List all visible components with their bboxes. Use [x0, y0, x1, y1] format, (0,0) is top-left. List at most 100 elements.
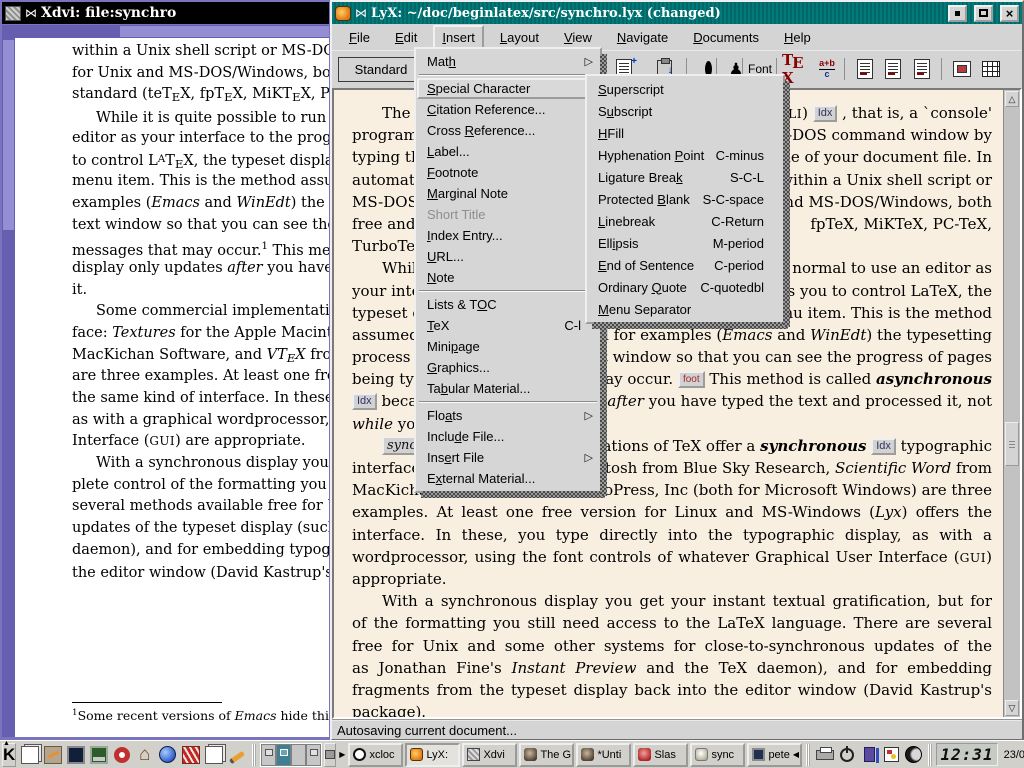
menu-item-url[interactable]: URL...	[417, 246, 599, 267]
menu-item-tabular-material[interactable]: Tabular Material...	[417, 378, 599, 399]
konqueror-launcher[interactable]	[156, 743, 179, 767]
tex-mode-button[interactable]: TEX	[782, 55, 810, 83]
menu-item-graphics[interactable]: Graphics...	[417, 357, 599, 378]
math-mode-icon[interactable]: a+bc	[813, 55, 841, 83]
help-launcher[interactable]	[110, 743, 133, 767]
close-button[interactable]: ×	[1000, 5, 1019, 22]
menu-item-footnote[interactable]: Footnote	[417, 162, 599, 183]
menu-insert[interactable]: Insert	[433, 25, 484, 50]
menu-item-short-title[interactable]: Short Title	[417, 204, 599, 225]
pager-desktop-1[interactable]	[261, 744, 276, 766]
menu-documents[interactable]: Documents	[684, 25, 768, 50]
xdvi-horizontal-scrollbar[interactable]	[2, 25, 329, 38]
menu-item-end-of-sentence[interactable]: End of SentenceC-period	[588, 254, 782, 276]
menu-item-include-file[interactable]: Include File...	[417, 426, 599, 447]
menu-item-math[interactable]: Math▷	[417, 51, 599, 72]
xdvi-vertical-scrollbar[interactable]	[2, 38, 15, 737]
moon-tray-icon[interactable]	[902, 743, 924, 767]
menu-item-cross-reference[interactable]: Cross Reference...	[417, 120, 599, 141]
menu-item-hyphenation-point[interactable]: Hyphenation PointC-minus	[588, 144, 782, 166]
pager-desktop-4[interactable]	[306, 744, 321, 766]
menu-item-ellipsis[interactable]: EllipsisM-period	[588, 232, 782, 254]
minimize-button[interactable]	[948, 5, 967, 22]
files-launcher[interactable]	[202, 743, 225, 767]
menu-item-protected-blank[interactable]: Protected BlankS-C-space	[588, 188, 782, 210]
margin-note-icon[interactable]	[879, 55, 907, 83]
organizer-tray-icon[interactable]	[880, 743, 902, 767]
klipper-tray-icon[interactable]	[858, 743, 880, 767]
desk-launcher[interactable]	[41, 743, 64, 767]
menu-item-special-character[interactable]: Special Character	[417, 78, 599, 99]
taskbar-clock[interactable]: 12:31	[936, 743, 997, 766]
menu-item-citation-reference[interactable]: Citation Reference...	[417, 99, 599, 120]
task-button-xcloc[interactable]: xcloc	[348, 743, 403, 767]
menu-item-insert-file[interactable]: Insert File▷	[417, 447, 599, 468]
document-scrollbar[interactable]: △ ▽	[1003, 90, 1020, 717]
task-button-xdvi[interactable]: Xdvi	[462, 743, 517, 767]
task-button-the-g[interactable]: The G	[519, 743, 574, 767]
home-launcher[interactable]: ⌂	[133, 743, 156, 767]
scroll-down-icon[interactable]: ▽	[1005, 700, 1019, 716]
tray-handle[interactable]	[806, 744, 810, 766]
power-tray-icon[interactable]	[836, 743, 858, 767]
menu-item-lists-toc[interactable]: Lists & TOC	[417, 294, 599, 315]
terminal-launcher[interactable]	[64, 743, 87, 767]
menu-item-external-material[interactable]: External Material...	[417, 468, 599, 489]
idx-inset-button[interactable]: Idx	[871, 438, 896, 455]
menu-item-index-entry[interactable]: Index Entry...	[417, 225, 599, 246]
figure-icon[interactable]	[948, 55, 976, 83]
menu-item-minipage[interactable]: Minipage	[417, 336, 599, 357]
menu-item-superscript[interactable]: Superscript	[588, 78, 782, 100]
taskbar-date[interactable]: 23/03/03	[1000, 749, 1024, 761]
menu-view[interactable]: View	[555, 25, 601, 50]
konsole-launcher[interactable]	[87, 743, 110, 767]
scroll-up-icon[interactable]: △	[1005, 91, 1019, 107]
menu-item-menu-separator[interactable]: Menu Separator	[588, 298, 782, 320]
menu-item-ligature-break[interactable]: Ligature BreakS-C-L	[588, 166, 782, 188]
menu-item-marginal-note[interactable]: Marginal Note	[417, 183, 599, 204]
pager-desktop-3[interactable]	[291, 744, 306, 766]
window-menu-glyph[interactable]: ⋈	[355, 7, 367, 19]
clock-handle[interactable]	[928, 744, 932, 766]
pager-desktop-2[interactable]	[276, 744, 291, 766]
menu-item-label[interactable]: Label...	[417, 141, 599, 162]
idx-inset-button[interactable]: Idx	[813, 105, 838, 122]
menu-edit[interactable]: Edit	[386, 25, 426, 50]
menu-item-ordinary-quote[interactable]: Ordinary QuoteC-quotedbl	[588, 276, 782, 298]
editor-launcher[interactable]	[225, 743, 248, 767]
xdvi-titlebar[interactable]: ⋈ Xdvi: file:synchro	[2, 2, 329, 24]
window-menu-glyph[interactable]: ⋈	[25, 7, 37, 19]
task-button-pete[interactable]: pete◀	[747, 743, 802, 767]
depth-icon[interactable]	[908, 55, 936, 83]
news-launcher[interactable]	[179, 743, 202, 767]
maximize-button[interactable]	[974, 5, 993, 22]
menu-layout[interactable]: Layout	[491, 25, 548, 50]
menu-file[interactable]: File	[340, 25, 379, 50]
menu-item-floats[interactable]: Floats▷	[417, 405, 599, 426]
k-menu-button[interactable]: K	[2, 743, 16, 767]
menu-help[interactable]: Help	[775, 25, 820, 50]
lyx-titlebar[interactable]: ⋈ LyX: ~/doc/beginlatex/src/synchro.lyx …	[332, 2, 1022, 24]
task-scroll-left-icon[interactable]: ▶	[338, 750, 346, 759]
idx-inset-button[interactable]: Idx	[352, 393, 377, 410]
menu-item-tex[interactable]: TeXC-l	[417, 315, 599, 336]
task-button-unti[interactable]: *Unti	[576, 743, 631, 767]
paragraph-style-combo[interactable]: Standard	[338, 57, 424, 82]
xdvi-vscroll-thumb[interactable]	[3, 40, 14, 230]
footnote-inset-icon[interactable]	[851, 55, 879, 83]
panel-handle[interactable]	[252, 744, 256, 766]
task-button-lyx[interactable]: LyX:	[405, 743, 460, 767]
desktop-pager[interactable]	[260, 743, 322, 767]
documents-launcher[interactable]	[18, 743, 41, 767]
menu-navigate[interactable]: Navigate	[608, 25, 677, 50]
menu-item-subscript[interactable]: Subscript	[588, 100, 782, 122]
table-icon[interactable]	[977, 55, 1005, 83]
menu-item-hfill[interactable]: HFill	[588, 122, 782, 144]
foot-inset-button[interactable]: foot	[678, 371, 705, 388]
xdvi-hscroll-thumb[interactable]	[120, 26, 329, 37]
scrollbar-thumb[interactable]	[1005, 422, 1019, 466]
printer-tray-icon[interactable]	[814, 743, 836, 767]
iconified-window-button[interactable]	[324, 743, 336, 767]
menu-item-linebreak[interactable]: LinebreakC-Return	[588, 210, 782, 232]
task-button-sync[interactable]: sync	[690, 743, 745, 767]
